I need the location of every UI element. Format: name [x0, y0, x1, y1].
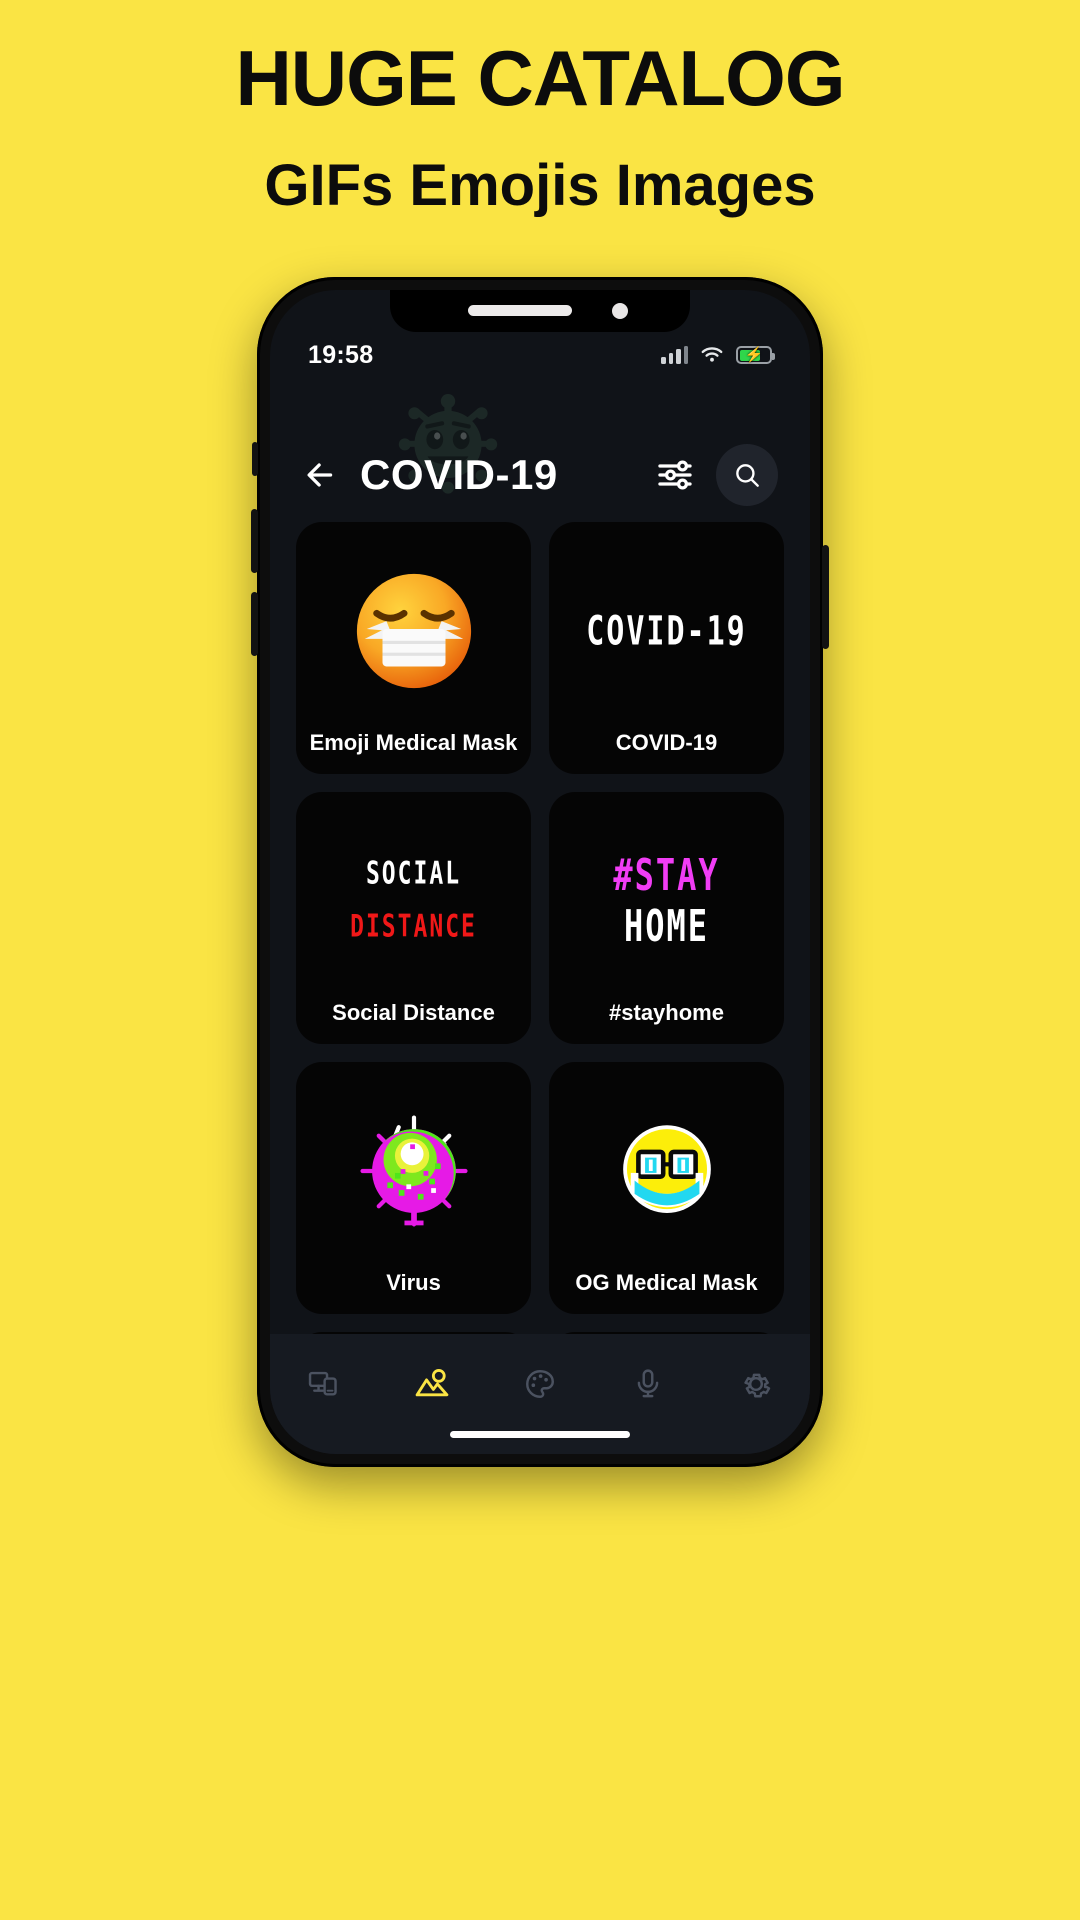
led-text-stayhome: #STAY HOME: [559, 804, 774, 999]
sidebar-item-images[interactable]: [404, 1356, 460, 1412]
led-art-text: COVID-19: [586, 607, 747, 655]
status-time: 19:58: [308, 340, 374, 369]
sticker-card-label: #stayhome: [609, 999, 724, 1025]
sticker-card[interactable]: COVID-19 COVID-19: [549, 522, 784, 774]
phone-volume-up-button: [251, 509, 258, 573]
sidebar-item-devices[interactable]: [296, 1356, 352, 1412]
sidebar-item-voice[interactable]: [620, 1356, 676, 1412]
header-row: COVID-19: [270, 444, 810, 506]
charging-bolt-icon: ⚡: [744, 346, 764, 364]
promo-subtitle: GIFs Emojis Images: [264, 152, 816, 218]
page-title: COVID-19: [360, 451, 558, 498]
phone-notch: [390, 290, 690, 332]
led-art-text-line1: SOCIAL: [365, 856, 462, 892]
sticker-card[interactable]: #STAY HOME #stayhome: [549, 792, 784, 1044]
sticker-card-label: Social Distance: [332, 999, 495, 1025]
search-icon: [736, 464, 759, 487]
promo-banner: HUGE CATALOG GIFs Emojis Images: [0, 0, 1080, 217]
led-art-text-line2: HOME: [623, 899, 710, 952]
phone-mockup: 19:58 ⚡ COVID-19 Emoji Medical Mask COVI…: [251, 277, 829, 1467]
devices-icon: [308, 1371, 337, 1396]
wifi-icon: [701, 347, 723, 362]
status-icons: ⚡: [661, 346, 775, 364]
sticker-card[interactable]: Emoji Medical Mask: [296, 522, 531, 774]
led-text-social-distance: SOCIAL DISTANCE: [306, 804, 521, 999]
palette-icon: [526, 1370, 554, 1398]
sidebar-item-settings[interactable]: [728, 1356, 784, 1412]
home-indicator[interactable]: [450, 1431, 630, 1438]
pixel-og-medical-mask-icon: [559, 1074, 774, 1269]
phone-screen: 19:58 ⚡ COVID-19 Emoji Medical Mask COVI…: [270, 290, 810, 1454]
led-art-text-line2: DISTANCE: [350, 909, 477, 945]
sticker-grid-scroll[interactable]: Emoji Medical Mask COVID-19 COVID-19 SOC…: [270, 522, 810, 1454]
filter-sliders-icon[interactable]: [654, 454, 696, 496]
status-bar: 19:58 ⚡: [270, 334, 810, 376]
led-text-covid19: COVID-19: [559, 534, 774, 729]
sticker-card[interactable]: OG Medical Mask: [549, 1062, 784, 1314]
sidebar-item-themes[interactable]: [512, 1356, 568, 1412]
microphone-icon: [637, 1369, 659, 1398]
signal-bars-icon: [661, 346, 688, 364]
sticker-card-label: Virus: [386, 1269, 441, 1295]
gear-icon: [744, 1373, 771, 1398]
led-art-text-line1: #STAY: [613, 848, 720, 901]
promo-title: HUGE CATALOG: [235, 34, 845, 122]
app-header: COVID-19: [270, 390, 810, 518]
pixel-virus-icon: [306, 1074, 521, 1269]
sticker-card-label: OG Medical Mask: [575, 1269, 758, 1295]
earpiece-speaker: [468, 305, 572, 316]
phone-volume-down-button: [251, 592, 258, 656]
sticker-grid: Emoji Medical Mask COVID-19 COVID-19 SOC…: [296, 522, 784, 1418]
sticker-card[interactable]: Virus: [296, 1062, 531, 1314]
sticker-card-label: Emoji Medical Mask: [309, 729, 518, 755]
search-button[interactable]: [716, 444, 778, 506]
front-camera: [612, 303, 628, 319]
image-mountain-icon: [415, 1369, 449, 1397]
phone-mute-switch: [252, 442, 258, 476]
emoji-medical-mask-icon: [306, 534, 521, 729]
battery-charging-icon: ⚡: [736, 346, 775, 364]
sticker-card[interactable]: SOCIAL DISTANCE Social Distance: [296, 792, 531, 1044]
phone-power-button: [822, 545, 829, 649]
back-arrow-icon[interactable]: [302, 455, 342, 495]
sticker-card-label: COVID-19: [615, 729, 718, 755]
